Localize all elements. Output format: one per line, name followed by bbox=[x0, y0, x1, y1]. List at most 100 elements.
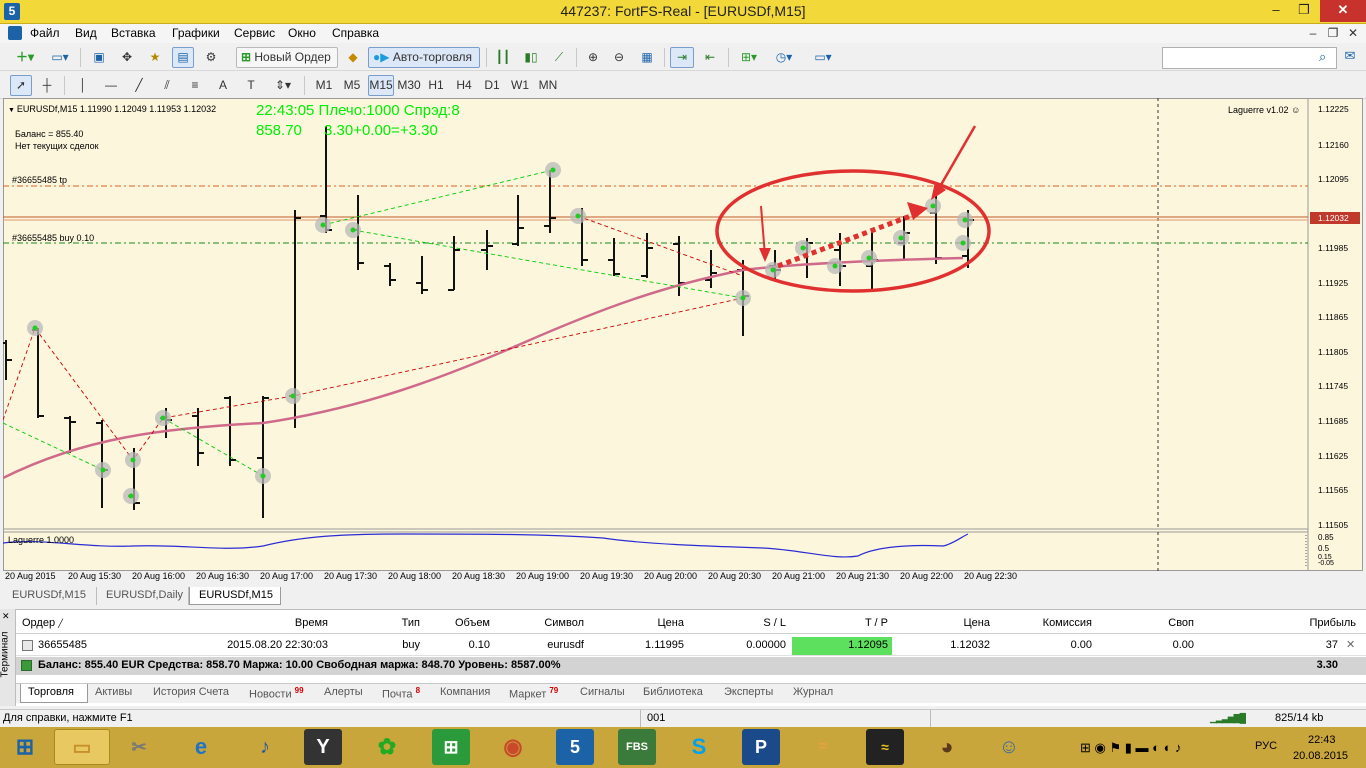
scissors-icon[interactable]: ✂ bbox=[120, 729, 158, 765]
col-current-price[interactable]: Цена bbox=[894, 614, 990, 632]
tester-icon[interactable]: ⚙ bbox=[200, 47, 222, 68]
line-chart-icon[interactable]: ⟋ bbox=[548, 47, 570, 68]
timeframe-m30[interactable]: M30 bbox=[396, 75, 422, 96]
col-volume[interactable]: Объем bbox=[424, 614, 490, 632]
terminal-tab-assets[interactable]: Активы bbox=[95, 686, 132, 698]
vertical-line-icon[interactable]: │ bbox=[72, 75, 94, 96]
community-icon[interactable]: ✉ bbox=[1340, 48, 1360, 68]
menu-tools[interactable]: Сервис bbox=[234, 26, 275, 40]
chart-window-icon[interactable] bbox=[8, 26, 22, 40]
zoom-out-icon[interactable]: ⊖ bbox=[608, 47, 630, 68]
periods-icon[interactable]: ◷▾ bbox=[768, 47, 800, 68]
timeframe-m1[interactable]: M1 bbox=[312, 75, 336, 96]
data-window-icon[interactable]: ✥ bbox=[116, 47, 138, 68]
crosshair-icon[interactable]: ┼ bbox=[36, 75, 58, 96]
terminal-icon[interactable]: ▤ bbox=[172, 47, 194, 68]
skype-icon[interactable]: S bbox=[680, 729, 718, 765]
bar-chart-icon[interactable]: ┃┃ bbox=[492, 47, 514, 68]
minimize-icon[interactable]: – bbox=[1262, 0, 1290, 22]
metatrader-icon[interactable]: 5 bbox=[556, 729, 594, 765]
timeframe-d1[interactable]: D1 bbox=[480, 75, 504, 96]
horizontal-line-icon[interactable]: — bbox=[100, 75, 122, 96]
autoscroll-icon[interactable]: ⇥ bbox=[670, 47, 694, 68]
col-order[interactable]: Ордер ╱ bbox=[22, 614, 63, 632]
menu-charts[interactable]: Графики bbox=[172, 26, 220, 40]
terminal-tab-alerts[interactable]: Алерты bbox=[324, 686, 363, 698]
icq-icon[interactable]: ✿ bbox=[368, 729, 406, 765]
chart-tab[interactable]: EURUSDf,Daily bbox=[97, 587, 189, 605]
menu-view[interactable]: Вид bbox=[75, 26, 97, 40]
menu-insert[interactable]: Вставка bbox=[111, 26, 156, 40]
fbs-app-icon[interactable]: FBS bbox=[618, 729, 656, 765]
store-icon[interactable]: ⊞ bbox=[432, 729, 470, 765]
collapse-icon[interactable]: ▼ bbox=[8, 107, 17, 114]
chrome-icon[interactable]: ◉ bbox=[494, 729, 532, 765]
arrows-icon[interactable]: ⇕▾ bbox=[268, 75, 298, 96]
templates-icon[interactable]: ▭▾ bbox=[806, 47, 840, 68]
terminal-tab-journal[interactable]: Журнал bbox=[793, 686, 833, 698]
terminal-tab-mailbox[interactable]: Почта 8 bbox=[382, 686, 420, 701]
terminal-tab-experts[interactable]: Эксперты bbox=[724, 686, 773, 698]
cursor-icon[interactable]: ➚ bbox=[10, 75, 32, 96]
col-swap[interactable]: Своп bbox=[1098, 614, 1194, 632]
mdi-close-icon[interactable]: ✕ bbox=[1342, 24, 1364, 42]
terminal-tab-news[interactable]: Новости 99 bbox=[249, 686, 304, 701]
search-icon[interactable]: ⌕ bbox=[1319, 49, 1326, 65]
text-label-icon[interactable]: T bbox=[240, 75, 262, 96]
chart-tab[interactable]: EURUSDf,M15 bbox=[3, 587, 97, 605]
remote-desktop-icon[interactable]: ☺ bbox=[990, 729, 1028, 765]
indicators-icon[interactable]: ⊞▾ bbox=[734, 47, 764, 68]
terminal-tab-library[interactable]: Библиотека bbox=[643, 686, 703, 698]
close-icon[interactable]: ✕ bbox=[1320, 0, 1366, 22]
col-profit[interactable]: Прибыль bbox=[1200, 614, 1356, 632]
new-order-button[interactable]: ⊞ Новый Ордер bbox=[236, 47, 338, 68]
candlestick-icon[interactable]: ▮▯ bbox=[520, 47, 542, 68]
menu-window[interactable]: Окно bbox=[288, 26, 316, 40]
alpari-icon[interactable]: ≈ bbox=[866, 729, 904, 765]
col-type[interactable]: Тип bbox=[334, 614, 420, 632]
terminal-tab-company[interactable]: Компания bbox=[440, 686, 490, 698]
close-order-icon[interactable]: ✕ bbox=[1346, 636, 1355, 655]
terminal-tab-trade[interactable]: Торговля bbox=[28, 686, 74, 698]
speaker-app-icon[interactable]: ♪ bbox=[246, 729, 284, 765]
fibonacci-icon[interactable]: ≡ bbox=[184, 75, 206, 96]
market-watch-icon[interactable]: ▣ bbox=[88, 47, 110, 68]
metaeditor-icon[interactable]: ◆ bbox=[342, 47, 364, 68]
equidistant-channel-icon[interactable]: ⫽ bbox=[156, 75, 178, 96]
maximize-icon[interactable]: ❐ bbox=[1290, 0, 1318, 22]
timeframe-m15[interactable]: M15 bbox=[368, 75, 394, 96]
new-chart-icon[interactable]: ＋▾ bbox=[8, 47, 42, 68]
timeframe-w1[interactable]: W1 bbox=[508, 75, 532, 96]
app-icon-y[interactable]: Y bbox=[304, 729, 342, 765]
col-time[interactable]: Время bbox=[150, 614, 328, 632]
terminal-tab-market[interactable]: Маркет 79 bbox=[509, 686, 558, 701]
tray-time[interactable]: 22:43 bbox=[1308, 734, 1336, 746]
zoom-in-icon[interactable]: ⊕ bbox=[582, 47, 604, 68]
timeframe-m5[interactable]: M5 bbox=[340, 75, 364, 96]
col-commission[interactable]: Комиссия bbox=[996, 614, 1092, 632]
windows-start-icon[interactable]: ⊞ bbox=[6, 729, 44, 765]
terminal-close-icon[interactable]: ✕ bbox=[2, 611, 10, 622]
file-explorer-icon[interactable]: ▭ bbox=[54, 729, 110, 765]
profiles-icon[interactable]: ▭▾ bbox=[46, 47, 74, 68]
col-price[interactable]: Цена bbox=[588, 614, 684, 632]
search-input[interactable]: ⌕ bbox=[1162, 47, 1337, 69]
col-tp[interactable]: T / P bbox=[792, 614, 888, 632]
stf-app-icon[interactable]: ≈ bbox=[804, 729, 842, 765]
chart-tab-active[interactable]: EURUSDf,M15 bbox=[189, 587, 281, 605]
chart-shift-icon[interactable]: ⇤ bbox=[698, 47, 722, 68]
tray-icons[interactable]: ⊞ ◉ ⚑ ▮ ▬ ◐ ◐ ♪ bbox=[1080, 740, 1182, 756]
menu-help[interactable]: Справка bbox=[332, 26, 379, 40]
tray-language[interactable]: РУС bbox=[1255, 740, 1277, 752]
autotrading-button[interactable]: ●▶ Авто-торговля bbox=[368, 47, 480, 68]
connection-icon[interactable]: ▁▂▃▅▇█ bbox=[1210, 713, 1246, 724]
terminal-tab-signals[interactable]: Сигналы bbox=[580, 686, 625, 698]
terminal-tab-history[interactable]: История Счета bbox=[153, 686, 229, 698]
app-icon[interactable]: 5 bbox=[4, 3, 20, 20]
col-sl[interactable]: S / L bbox=[690, 614, 786, 632]
text-icon[interactable]: A bbox=[212, 75, 234, 96]
tile-windows-icon[interactable]: ▦ bbox=[636, 47, 658, 68]
price-chart[interactable] bbox=[3, 98, 1363, 571]
mdi-restore-icon[interactable]: ❐ bbox=[1322, 24, 1344, 42]
trendline-icon[interactable]: ╱ bbox=[128, 75, 150, 96]
